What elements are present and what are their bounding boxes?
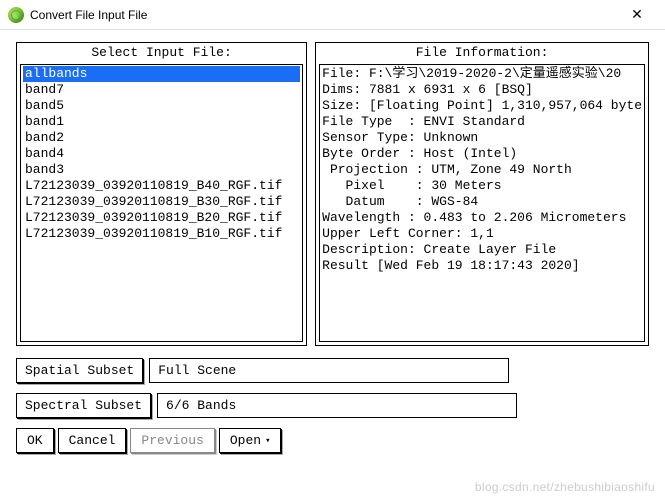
cancel-button[interactable]: Cancel: [58, 428, 127, 453]
dialog-content: Select Input File: allbandsband7band5ban…: [0, 30, 665, 461]
file-information-text: File: F:\学习\2019-2020-2\定量遥感实验\20 Dims: …: [319, 64, 645, 342]
watermark: blog.csdn.net/zhebushibiaoshifu: [475, 480, 655, 494]
chevron-down-icon: ▾: [265, 436, 270, 446]
spectral-subset-value: 6/6 Bands: [157, 393, 517, 418]
spectral-subset-button[interactable]: Spectral Subset: [16, 393, 151, 418]
list-item[interactable]: band3: [23, 162, 300, 178]
file-list[interactable]: allbandsband7band5band1band2band4band3L7…: [20, 64, 303, 342]
open-button[interactable]: Open ▾: [219, 428, 282, 453]
cancel-button-label: Cancel: [69, 433, 116, 448]
close-icon[interactable]: ✕: [617, 6, 657, 23]
list-item[interactable]: L72123039_03920110819_B30_RGF.tif: [23, 194, 300, 210]
file-information-title: File Information:: [316, 43, 648, 62]
list-item[interactable]: L72123039_03920110819_B20_RGF.tif: [23, 210, 300, 226]
list-item[interactable]: band7: [23, 82, 300, 98]
ok-button-label: OK: [27, 433, 43, 448]
select-input-file-title: Select Input File:: [17, 43, 306, 62]
spatial-subset-value: Full Scene: [149, 358, 509, 383]
list-item[interactable]: allbands: [23, 66, 300, 82]
list-item[interactable]: band1: [23, 114, 300, 130]
list-item[interactable]: L72123039_03920110819_B10_RGF.tif: [23, 226, 300, 242]
list-item[interactable]: band2: [23, 130, 300, 146]
file-information-panel: File Information: File: F:\学习\2019-2020-…: [315, 42, 649, 346]
list-item[interactable]: band5: [23, 98, 300, 114]
spectral-subset-row: Spectral Subset 6/6 Bands: [16, 393, 649, 418]
select-input-file-panel: Select Input File: allbandsband7band5ban…: [16, 42, 307, 346]
list-item[interactable]: band4: [23, 146, 300, 162]
button-row: OK Cancel Previous Open ▾: [16, 428, 649, 453]
titlebar: Convert File Input File ✕: [0, 0, 665, 30]
app-icon: [8, 7, 24, 23]
list-item[interactable]: L72123039_03920110819_B40_RGF.tif: [23, 178, 300, 194]
previous-button: Previous: [130, 428, 214, 453]
spatial-subset-row: Spatial Subset Full Scene: [16, 358, 649, 383]
previous-button-label: Previous: [141, 433, 203, 448]
ok-button[interactable]: OK: [16, 428, 54, 453]
open-button-label: Open: [230, 433, 261, 448]
window-title: Convert File Input File: [30, 8, 147, 22]
spatial-subset-button[interactable]: Spatial Subset: [16, 358, 143, 383]
